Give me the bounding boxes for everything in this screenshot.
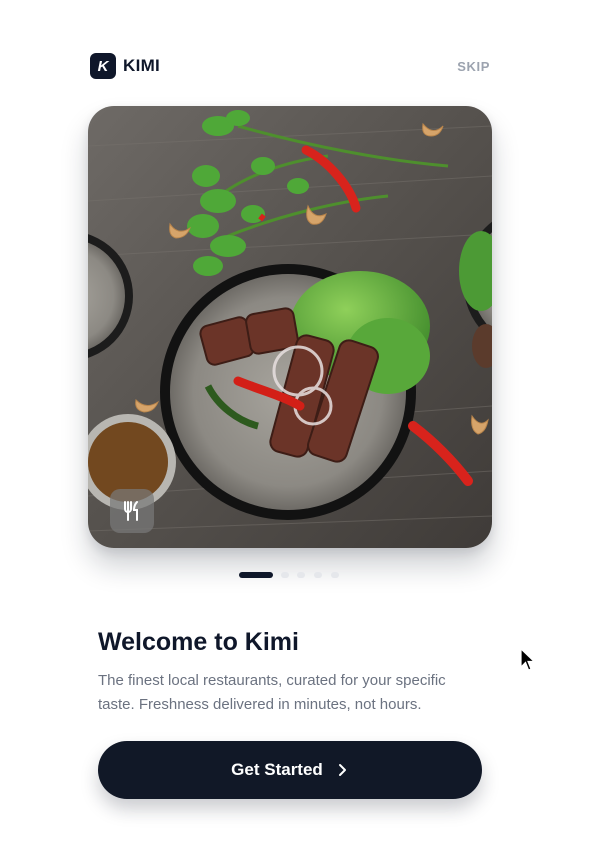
header: K KIMI SKIP (90, 53, 490, 79)
get-started-label: Get Started (231, 760, 323, 779)
description-line-1: The finest local restaurants, curated fo… (98, 672, 446, 689)
hero-image (88, 106, 492, 548)
pagination-dot-3[interactable] (297, 572, 305, 578)
pagination-dot-1[interactable] (239, 572, 273, 578)
page-description: The finest local restaurants, curated fo… (98, 669, 478, 717)
page-title: Welcome to Kimi (98, 628, 299, 656)
mouse-cursor-icon (520, 647, 536, 677)
get-started-button[interactable]: Get Started (98, 741, 482, 799)
food-photo-illustration (88, 106, 492, 548)
fork-knife-icon (110, 489, 154, 533)
kimi-logo-icon: K (90, 53, 116, 79)
chevron-right-icon (335, 763, 349, 777)
pagination-dot-5[interactable] (331, 572, 339, 578)
skip-button[interactable]: SKIP (457, 59, 490, 74)
brand-name: KIMI (123, 56, 161, 75)
pagination-dot-2[interactable] (281, 572, 289, 578)
description-line-2: taste. Freshness delivered in minutes, n… (98, 696, 422, 713)
pagination-dot-4[interactable] (314, 572, 322, 578)
